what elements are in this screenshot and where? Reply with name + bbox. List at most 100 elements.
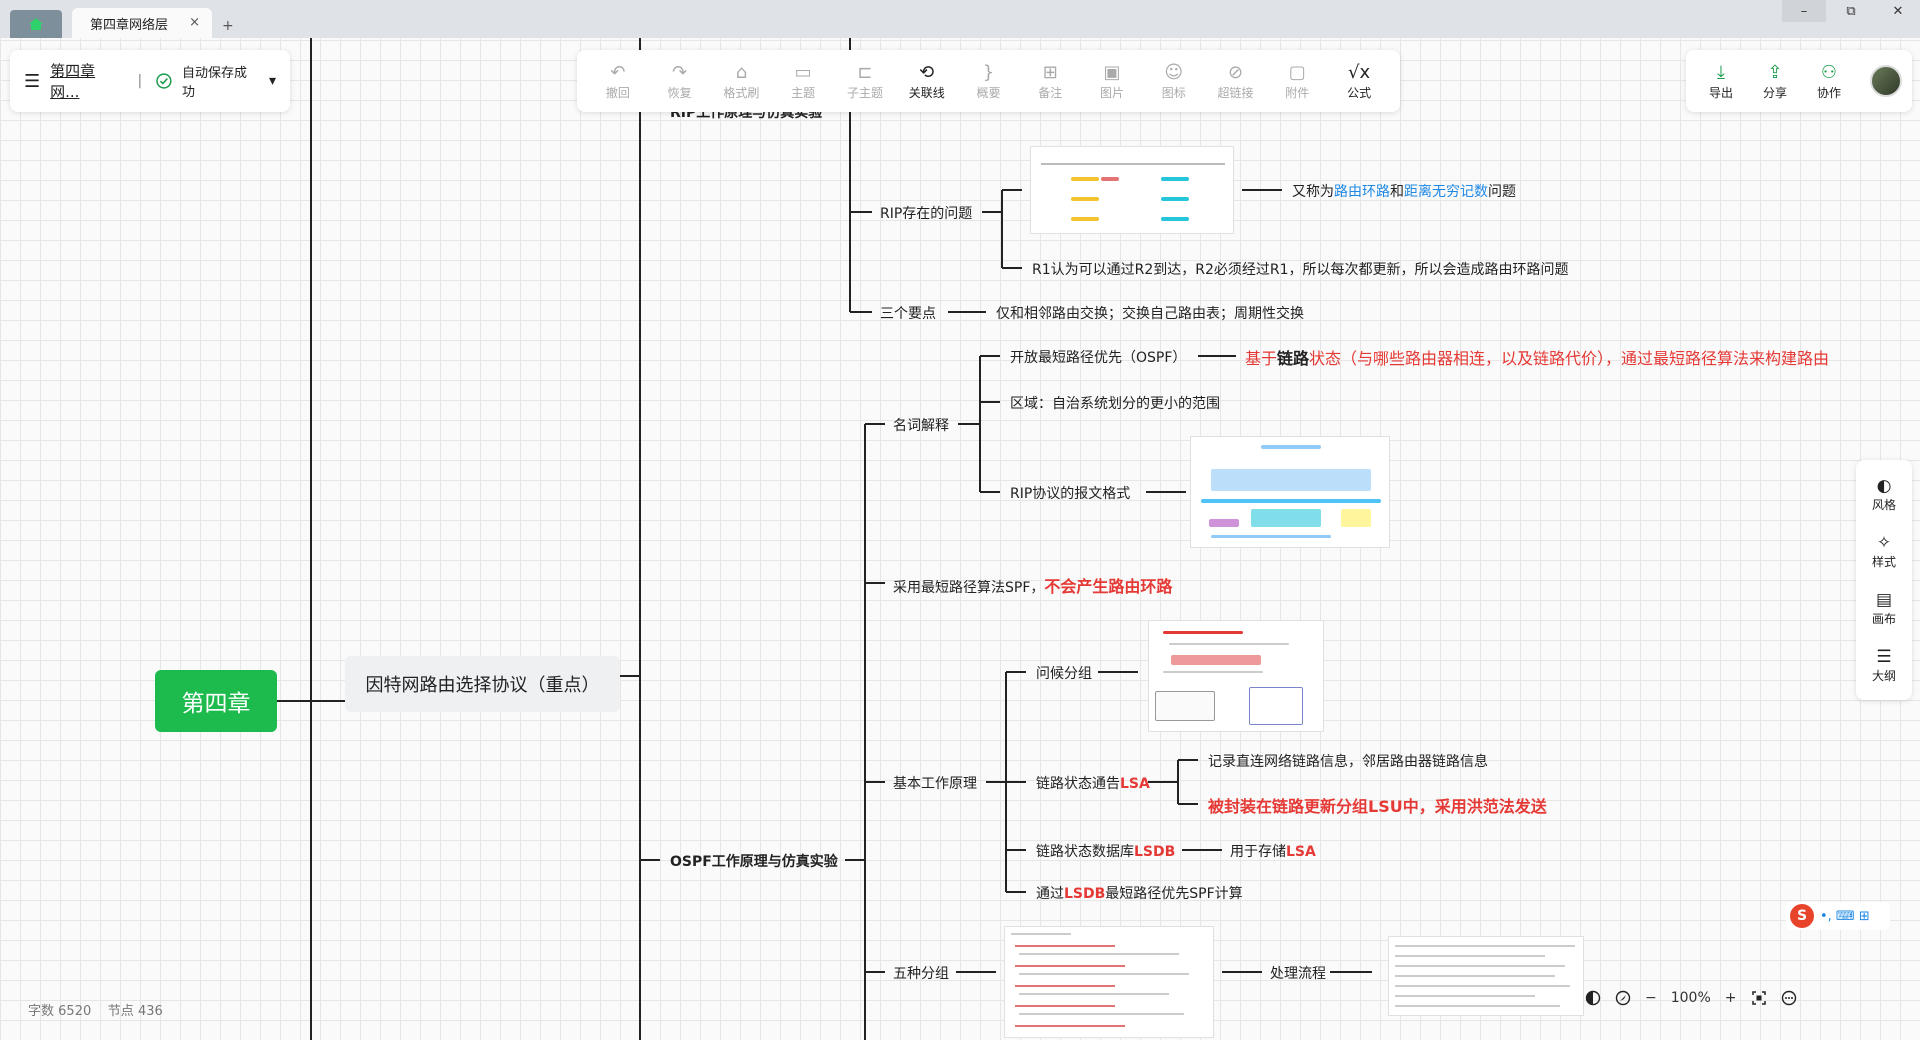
format-painter-button[interactable]: ⌂ 格式刷 [711, 54, 773, 108]
hello-packet-node[interactable]: 问候分组 [1036, 663, 1092, 683]
canvas-button[interactable]: ▤ 画布 [1872, 590, 1896, 627]
hello-packet-diagram[interactable] [1148, 620, 1324, 732]
terms-node[interactable]: 名词解释 [893, 415, 949, 435]
subtopic-label: 子主题 [846, 85, 883, 100]
share-button[interactable]: ⇪ 分享 [1748, 54, 1802, 108]
home-tab[interactable] [10, 10, 62, 38]
lsa-text: 链路状态通告 [1036, 776, 1120, 792]
note-label: 备注 [1038, 85, 1063, 100]
redo-button[interactable]: ↷ 恢复 [649, 54, 711, 108]
note-button[interactable]: ⊞ 备注 [1019, 54, 1081, 108]
lsa-detail-1-node[interactable]: 记录直连网络链路信息，邻居路由器链路信息 [1208, 751, 1488, 771]
separator: | [137, 73, 143, 89]
ospf-definition-node[interactable]: 基于链路状态（与哪些路由器相连，以及链路代价），通过最短路径算法来构建路由 [1245, 345, 1829, 369]
collaborate-button[interactable]: ⚇ 协作 [1802, 54, 1856, 108]
rip-r1-explain-node[interactable]: R1认为可以通过R2到达，R2必须经过R1，所以每次都更新，所以会造成路由环路问… [1032, 259, 1569, 279]
spf-calc-lsdb: LSDB [1064, 886, 1106, 902]
theme-toggle-icon[interactable] [1585, 990, 1601, 1006]
formula-icon: √x [1348, 61, 1371, 83]
new-tab-button[interactable]: + [222, 18, 234, 34]
home-icon [29, 18, 43, 30]
undo-icon: ↶ [610, 61, 626, 83]
rip-loop-alias-node[interactable]: 又称为路由环路和距离无穷记数问题 [1292, 181, 1516, 201]
topic-button[interactable]: ▭ 主题 [772, 54, 834, 108]
locate-icon[interactable] [1615, 990, 1631, 1006]
image-button[interactable]: ▣ 图片 [1081, 54, 1143, 108]
mindmap-canvas[interactable]: RIP工作原理与仿真实验 RIP存在的问题 又称为路由环路和距离无穷记数问题 R… [0, 38, 1920, 1040]
chevron-down-icon[interactable]: ▾ [269, 73, 276, 89]
rip-alias-count-to-infinity: 距离无穷记数 [1404, 184, 1488, 200]
fit-screen-icon[interactable] [1751, 990, 1767, 1006]
more-icon[interactable] [1781, 990, 1797, 1006]
hyperlink-button[interactable]: ⊘ 超链接 [1205, 54, 1267, 108]
spf-no-loop: 不会产生路由环路 [1044, 577, 1173, 596]
redo-icon: ↷ [672, 61, 688, 83]
share-label: 分享 [1762, 85, 1787, 100]
lsa-detail-2-node[interactable]: 被封装在链路更新分组LSU中，采用洪范法发送 [1208, 793, 1547, 817]
maximize-button[interactable]: ⧉ [1829, 0, 1873, 22]
zoom-level[interactable]: 100% [1671, 990, 1711, 1006]
export-button[interactable]: ⤓ 导出 [1694, 54, 1748, 108]
sogou-logo-icon: S [1790, 904, 1814, 928]
zoom-in-button[interactable]: + [1725, 990, 1737, 1006]
users-icon: ⚇ [1820, 61, 1838, 83]
theme-style-button[interactable]: ◐ 风格 [1872, 476, 1896, 513]
node-style-button[interactable]: ✧ 样式 [1872, 533, 1896, 570]
minimize-button[interactable]: – [1782, 0, 1826, 22]
area-node[interactable]: 区域：自治系统划分的更小的范围 [1010, 393, 1220, 413]
palette-icon: ◐ [1876, 476, 1892, 496]
relation-line-button[interactable]: ⟲ 关联线 [896, 54, 958, 108]
undo-button[interactable]: ↶ 撤回 [587, 54, 649, 108]
menu-icon[interactable]: ☰ [24, 71, 40, 92]
lsdb-node[interactable]: 链路状态数据库LSDB [1036, 841, 1175, 861]
tab-strip: 第四章网络层 × + – ⧉ ✕ [0, 0, 1920, 38]
process-flow-image[interactable] [1388, 936, 1584, 1016]
doc-tab[interactable]: 第四章网络层 × [72, 8, 212, 38]
lsdb-detail-node[interactable]: 用于存储LSA [1230, 841, 1316, 861]
ospf-def-1: 基于 [1245, 349, 1278, 368]
five-packets-list-image[interactable] [1004, 926, 1214, 1038]
summary-button[interactable]: } 概要 [958, 54, 1020, 108]
ospf-open-node[interactable]: 开放最短路径优先（OSPF） [1010, 347, 1186, 367]
rip-packet-format-node[interactable]: RIP协议的报文格式 [1010, 483, 1130, 503]
process-flow-node[interactable]: 处理流程 [1270, 963, 1326, 983]
spf-node[interactable]: 采用最短路径算法SPF，不会产生路由环路 [893, 573, 1172, 597]
rip-loop-diagram[interactable] [1030, 146, 1234, 234]
connector-lines [277, 38, 1372, 1040]
three-points-node[interactable]: 三个要点 [880, 303, 936, 323]
rip-problem-node[interactable]: RIP存在的问题 [880, 203, 972, 223]
ospf-def-3: 状态（与哪些路由器相连，以及链路代价），通过最短路径算法来构建路由 [1309, 349, 1830, 368]
zoom-out-button[interactable]: − [1645, 990, 1657, 1006]
theme-style-label: 风格 [1871, 498, 1896, 512]
subtopic-button[interactable]: ⊏ 子主题 [834, 54, 896, 108]
ime-toolbar[interactable]: S •, ⌨ ⊞ [1786, 902, 1890, 930]
outline-button[interactable]: ☰ 大纲 [1872, 647, 1896, 684]
export-label: 导出 [1708, 85, 1733, 100]
formula-label: 公式 [1347, 85, 1372, 100]
doc-title[interactable]: 第四章网... [50, 60, 123, 102]
five-packets-node[interactable]: 五种分组 [893, 963, 949, 983]
attachment-button[interactable]: ▢ 附件 [1266, 54, 1328, 108]
close-window-button[interactable]: ✕ [1876, 0, 1920, 22]
formula-button[interactable]: √x 公式 [1328, 54, 1390, 108]
root-node[interactable]: 第四章 [155, 670, 277, 732]
close-tab-icon[interactable]: × [189, 15, 200, 30]
avatar[interactable] [1870, 65, 1902, 97]
note-icon: ⊞ [1042, 61, 1058, 83]
lsa-node[interactable]: 链路状态通告LSA [1036, 773, 1150, 793]
three-points-detail-node[interactable]: 仅和相邻路由交换；交换自己路由表；周期性交换 [996, 303, 1304, 323]
brush-icon: ⌂ [735, 61, 748, 83]
word-count-value: 6520 [58, 1004, 92, 1019]
summary-icon: } [982, 61, 995, 83]
routing-protocol-node[interactable]: 因特网路由选择协议（重点） [345, 656, 620, 712]
packet-format-diagram[interactable] [1190, 436, 1390, 548]
spf-calc-node[interactable]: 通过LSDB最短路径优先SPF计算 [1036, 883, 1243, 903]
subtopic-icon: ⊏ [857, 61, 873, 83]
rip-alias-text-1: 又称为 [1292, 184, 1334, 200]
word-count-label: 字数 [28, 1004, 55, 1019]
check-circle-icon [156, 73, 172, 89]
ospf-node[interactable]: OSPF工作原理与仿真实验 [670, 851, 838, 871]
image-label: 图片 [1100, 85, 1125, 100]
basic-principle-node[interactable]: 基本工作原理 [893, 773, 977, 793]
icon-button[interactable]: ☺ 图标 [1143, 54, 1205, 108]
